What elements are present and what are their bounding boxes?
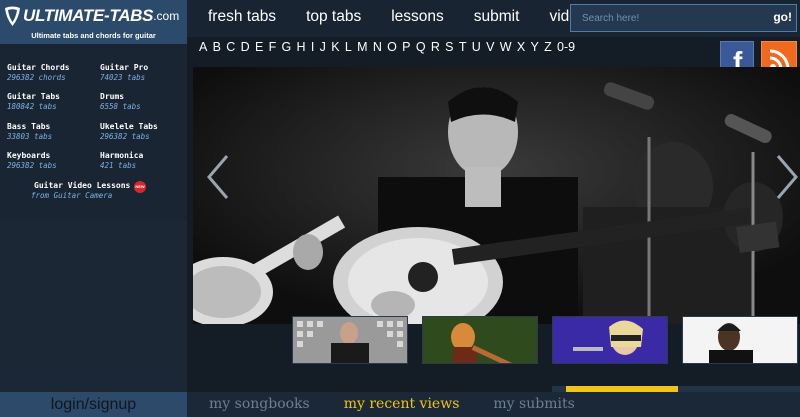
thumbnail-3[interactable] xyxy=(552,316,668,364)
alphabet-letter-o[interactable]: O xyxy=(387,40,397,54)
alphabet-letter-s[interactable]: S xyxy=(445,40,453,54)
login-signup-button[interactable]: login/signup xyxy=(0,392,187,417)
category-name: Keyboards xyxy=(7,151,51,160)
category-count: 296382 tabs xyxy=(100,132,150,141)
sidebar-item-keyboards[interactable]: Keyboards 296382 tabs xyxy=(7,151,57,170)
category-count: 421 tabs xyxy=(100,161,137,170)
logo-text: ULTIMATE-TABS xyxy=(23,6,154,25)
thumbnail-4[interactable] xyxy=(682,316,798,364)
search-input[interactable] xyxy=(571,5,761,31)
hero-slide-image[interactable] xyxy=(193,67,800,324)
chevron-right-icon[interactable] xyxy=(774,152,800,202)
alphabet-letter-c[interactable]: C xyxy=(226,40,235,54)
category-count: 296382 tabs xyxy=(7,161,57,170)
category-count: 6558 tabs xyxy=(100,102,141,111)
thumbnail-image xyxy=(293,317,407,363)
category-name: Harmonica xyxy=(100,151,144,160)
category-name: Bass Tabs xyxy=(7,122,51,131)
sidebar-item-ukelele-tabs[interactable]: Ukelele Tabs 296382 tabs xyxy=(100,122,158,141)
alphabet-letter-y[interactable]: Y xyxy=(530,40,538,54)
alphabet-letter-l[interactable]: L xyxy=(345,40,352,54)
sidebar-item-harmonica[interactable]: Harmonica 421 tabs xyxy=(100,151,143,170)
alphabet-index: A B C D E F G H I J K L M N O P Q R S T U V W X Y Z 0-9 xyxy=(199,40,580,54)
site-logo[interactable]: ULTIMATE-TABS .com xyxy=(4,5,179,27)
main-nav: fresh tabs top tabs lessons submit video… xyxy=(208,8,624,26)
login-signup-label: login/signup xyxy=(50,396,137,413)
sidebar-item-drums[interactable]: Drums 6558 tabs xyxy=(100,92,141,111)
logo-domain: .com xyxy=(153,9,180,23)
thumbnail-1[interactable] xyxy=(292,316,408,364)
chevron-left-icon[interactable] xyxy=(205,152,231,202)
category-count: 296382 chords xyxy=(7,73,66,82)
alphabet-letter-u[interactable]: U xyxy=(472,40,481,54)
alphabet-letter-j[interactable]: J xyxy=(320,40,326,54)
alphabet-letter-h[interactable]: H xyxy=(297,40,306,54)
tagline: Ultimate tabs and chords for guitar xyxy=(31,31,156,40)
nav-fresh-tabs[interactable]: fresh tabs xyxy=(208,8,276,26)
sidebar-item-video-lessons[interactable]: Guitar Video Lessons from Guitar Camera xyxy=(31,181,131,200)
search-box: go! xyxy=(570,4,797,32)
sidebar-item-guitar-chords[interactable]: Guitar Chords 296382 chords xyxy=(7,63,70,82)
sidebar-item-bass-tabs[interactable]: Bass Tabs 33803 tabs xyxy=(7,122,52,141)
new-badge-icon: NEW xyxy=(134,181,146,193)
tab-my-submits[interactable]: my submits xyxy=(493,396,574,412)
tab-my-songbooks[interactable]: my songbooks xyxy=(209,396,310,412)
sidebar-item-guitar-tabs[interactable]: Guitar Tabs 180842 tabs xyxy=(7,92,60,111)
category-name: Guitar Pro xyxy=(100,63,149,72)
search-go-button[interactable]: go! xyxy=(773,10,792,24)
thumbnail-image xyxy=(683,317,797,363)
alphabet-letter-w[interactable]: W xyxy=(500,40,512,54)
alphabet-letter-q[interactable]: Q xyxy=(416,40,426,54)
alphabet-letter-e[interactable]: E xyxy=(255,40,263,54)
thumbnail-image xyxy=(553,317,667,363)
category-name: Drums xyxy=(100,92,125,101)
video-lessons-title: Guitar Video Lessons xyxy=(34,181,131,190)
alphabet-letter-r[interactable]: R xyxy=(431,40,440,54)
alphabet-letter-a[interactable]: A xyxy=(199,40,207,54)
hero-photo xyxy=(193,67,800,324)
category-name: Guitar Tabs xyxy=(7,92,60,101)
guitar-pick-icon xyxy=(5,6,20,26)
thumbnail-2[interactable] xyxy=(422,316,538,364)
sidebar-empty-area xyxy=(0,220,187,392)
alphabet-letter-z[interactable]: Z xyxy=(544,40,552,54)
category-count: 74023 tabs xyxy=(100,73,146,82)
alphabet-letter-0-9[interactable]: 0-9 xyxy=(557,40,575,54)
tab-my-recent-views[interactable]: my recent views xyxy=(344,396,460,412)
nav-top-tabs[interactable]: top tabs xyxy=(306,8,361,26)
category-count: 180842 tabs xyxy=(7,102,57,111)
alphabet-letter-n[interactable]: N xyxy=(373,40,382,54)
category-sidebar: Guitar Chords 296382 chords Guitar Pro 7… xyxy=(0,44,187,220)
alphabet-letter-k[interactable]: K xyxy=(331,40,339,54)
category-count: 33803 tabs xyxy=(7,132,53,141)
logo-block: ULTIMATE-TABS .com Ultimate tabs and cho… xyxy=(0,0,187,44)
alphabet-letter-g[interactable]: G xyxy=(282,40,292,54)
page-root: ULTIMATE-TABS .com Ultimate tabs and cho… xyxy=(0,0,800,417)
alphabet-letter-v[interactable]: V xyxy=(486,40,494,54)
category-name: Ukelele Tabs xyxy=(100,122,158,131)
alphabet-letter-x[interactable]: X xyxy=(517,40,525,54)
alphabet-letter-d[interactable]: D xyxy=(241,40,250,54)
category-name: Guitar Chords xyxy=(7,63,70,72)
alphabet-letter-b[interactable]: B xyxy=(213,40,221,54)
alphabet-letter-m[interactable]: M xyxy=(357,40,367,54)
user-tabs: my songbooks my recent views my submits xyxy=(209,396,609,412)
sidebar-item-guitar-pro[interactable]: Guitar Pro 74023 tabs xyxy=(100,63,148,82)
nav-submit[interactable]: submit xyxy=(474,8,520,26)
thumbnail-image xyxy=(423,317,537,363)
nav-lessons[interactable]: lessons xyxy=(391,8,444,26)
video-lessons-subtitle: from Guitar Camera xyxy=(31,191,113,200)
alphabet-letter-p[interactable]: P xyxy=(402,40,410,54)
alphabet-letter-f[interactable]: F xyxy=(269,40,277,54)
alphabet-letter-t[interactable]: T xyxy=(459,40,467,54)
alphabet-letter-i[interactable]: I xyxy=(311,40,314,54)
